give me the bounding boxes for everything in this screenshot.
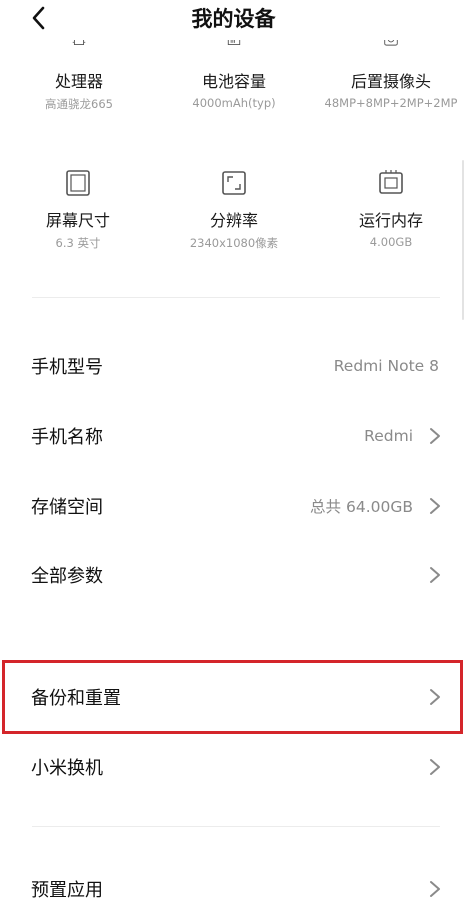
page-title: 我的设备 — [191, 7, 276, 31]
row-label: 备份和重置 — [31, 688, 121, 709]
chevron-right-icon — [430, 567, 440, 583]
header-bar: 我的设备 — [0, 0, 467, 40]
row-mi-mover[interactable]: 小米换机 — [0, 735, 467, 799]
section-divider — [32, 826, 440, 827]
row-storage[interactable]: 存储空间 总共 64.00GB — [0, 474, 467, 538]
spec-label: 电池容量 — [201, 72, 266, 91]
spec-screen-size[interactable]: 屏幕尺寸 6.3 英寸 — [0, 169, 158, 251]
spec-rear-camera[interactable]: 后置摄像头 48MP+8MP+2MP+2MP — [311, 39, 467, 110]
row-phone-model[interactable]: 手机型号 Redmi Note 8 — [0, 334, 467, 398]
chevron-right-icon — [430, 428, 440, 444]
row-backup-reset[interactable]: 备份和重置 — [0, 665, 467, 729]
spec-label: 后置摄像头 — [350, 72, 431, 91]
battery-icon — [227, 40, 241, 46]
row-all-specs[interactable]: 全部参数 — [0, 543, 467, 607]
chevron-right-icon — [430, 689, 440, 705]
spec-resolution[interactable]: 分辨率 2340x1080像素 — [154, 169, 314, 251]
chevron-right-icon — [430, 881, 440, 897]
spec-value: 2340x1080像素 — [189, 236, 279, 250]
row-label: 预置应用 — [31, 880, 103, 901]
row-value: Redmi — [364, 427, 413, 445]
spec-ram[interactable]: 运行内存 4.00GB — [311, 169, 467, 249]
row-value: 总共 64.00GB — [310, 498, 413, 516]
spec-processor[interactable]: 处理器 高通骁龙665 — [0, 40, 159, 112]
memory-chip-icon — [379, 170, 403, 194]
chip-icon — [72, 40, 86, 46]
resolution-icon — [222, 171, 246, 195]
spec-value: 48MP+8MP+2MP+2MP — [324, 96, 458, 110]
chevron-right-icon — [430, 498, 440, 514]
screen-size-icon — [66, 170, 90, 196]
row-preinstalled-apps[interactable]: 预置应用 — [0, 857, 467, 921]
spec-value: 6.3 英寸 — [55, 236, 101, 250]
row-label: 存储空间 — [31, 497, 103, 518]
row-value: Redmi Note 8 — [333, 357, 439, 375]
row-label: 手机型号 — [31, 357, 103, 378]
row-label: 全部参数 — [31, 566, 103, 587]
spec-label: 屏幕尺寸 — [45, 211, 110, 230]
spec-value: 4.00GB — [369, 235, 413, 249]
row-phone-name[interactable]: 手机名称 Redmi — [0, 404, 467, 468]
spec-battery[interactable]: 电池容量 4000mAh(typ) — [154, 40, 314, 110]
camera-icon — [384, 39, 398, 46]
chevron-right-icon — [430, 759, 440, 775]
spec-label: 分辨率 — [209, 211, 258, 230]
spec-value: 高通骁龙665 — [45, 97, 113, 111]
spec-label: 运行内存 — [358, 211, 423, 230]
section-divider — [32, 297, 440, 298]
scroll-indicator — [462, 160, 464, 320]
row-label: 手机名称 — [31, 427, 103, 448]
spec-value: 4000mAh(typ) — [192, 96, 276, 110]
row-label: 小米换机 — [31, 758, 103, 779]
spec-label: 处理器 — [54, 72, 103, 91]
